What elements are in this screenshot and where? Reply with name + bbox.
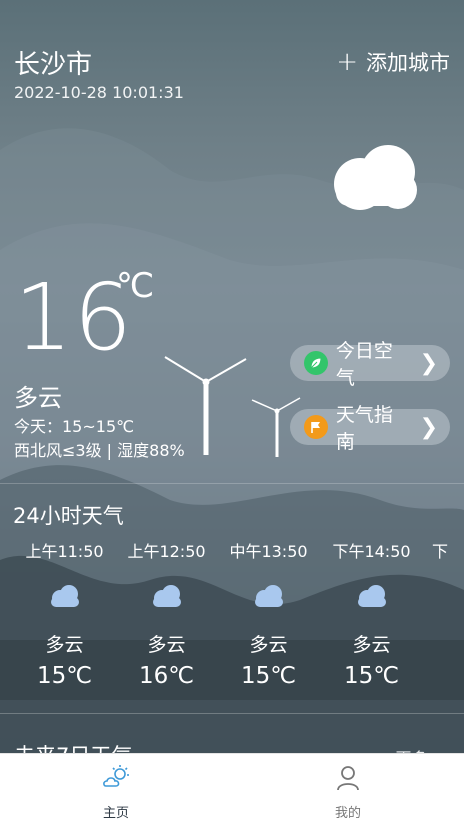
update-time: 2022-10-28 10:01:31 <box>14 83 184 102</box>
hour-condition: 多云 <box>45 634 84 656</box>
add-city-label: 添加城市 <box>366 51 450 75</box>
hour-temp: 15℃ <box>36 663 93 689</box>
hourly-item: 下 <box>432 538 462 562</box>
hourly-forecast-list[interactable]: 上午11:50 多云 15℃ 上午12:50 多云 16℃ 中午13:50 多云… <box>0 538 464 698</box>
hour-condition: 多云 <box>249 634 288 656</box>
hour-condition: 多云 <box>352 634 391 656</box>
hour-time: 上午11:50 <box>25 542 104 561</box>
cloud-icon <box>50 585 79 607</box>
tab-home[interactable]: 主页 <box>56 764 176 821</box>
leaf-icon <box>304 351 328 375</box>
plus-icon: + <box>336 47 358 77</box>
cloud-icon <box>152 585 181 607</box>
cloud-icon <box>357 585 386 607</box>
hourly-item: 上午12:50 多云 16℃ <box>115 538 218 689</box>
hour-time: 下午14:50 <box>332 542 411 561</box>
chevron-right-icon: ❯ <box>419 414 438 440</box>
hour-temp: 16℃ <box>138 663 195 689</box>
hourly-item: 上午11:50 多云 15℃ <box>13 538 116 689</box>
chevron-right-icon: ❯ <box>419 350 438 376</box>
section-divider <box>0 483 464 484</box>
tab-mine-label: 我的 <box>334 806 361 821</box>
bottom-tab-bar: 主页 我的 <box>0 753 464 827</box>
temperature-unit: ℃ <box>116 266 155 306</box>
cloud-icon <box>254 585 283 607</box>
hour-time: 上午12:50 <box>127 542 206 561</box>
hourly-item: 中午13:50 多云 15℃ <box>217 538 320 689</box>
hour-condition: 多云 <box>147 634 186 656</box>
weather-guide-label: 天气指南 <box>335 404 393 453</box>
today-range: 今天：15~15℃ <box>14 417 135 436</box>
flag-icon <box>304 415 328 439</box>
air-quality-label: 今日空气 <box>335 340 393 389</box>
hourly-title: 24小时天气 <box>13 504 124 528</box>
add-city-button[interactable]: + 添加城市 <box>336 47 450 77</box>
current-condition: 多云 <box>14 384 62 412</box>
hour-time: 下 <box>432 542 449 561</box>
cloud-sun-icon <box>103 765 129 787</box>
wind-humidity: 西北风≤3级 | 湿度88% <box>14 441 185 460</box>
hourly-item: 下午14:50 多云 15℃ <box>320 538 423 689</box>
weather-guide-button[interactable]: 天气指南 ❯ <box>290 404 450 453</box>
hour-temp: 15℃ <box>240 663 297 689</box>
cloud-icon <box>334 145 417 210</box>
tab-mine[interactable]: 我的 <box>288 764 408 821</box>
hour-time: 中午13:50 <box>229 542 308 561</box>
air-quality-button[interactable]: 今日空气 ❯ <box>290 340 450 389</box>
tab-home-label: 主页 <box>102 806 129 821</box>
section-divider <box>0 713 464 714</box>
city-name: 长沙市 <box>14 50 93 80</box>
hour-temp: 15℃ <box>343 663 400 689</box>
person-icon <box>337 766 359 791</box>
